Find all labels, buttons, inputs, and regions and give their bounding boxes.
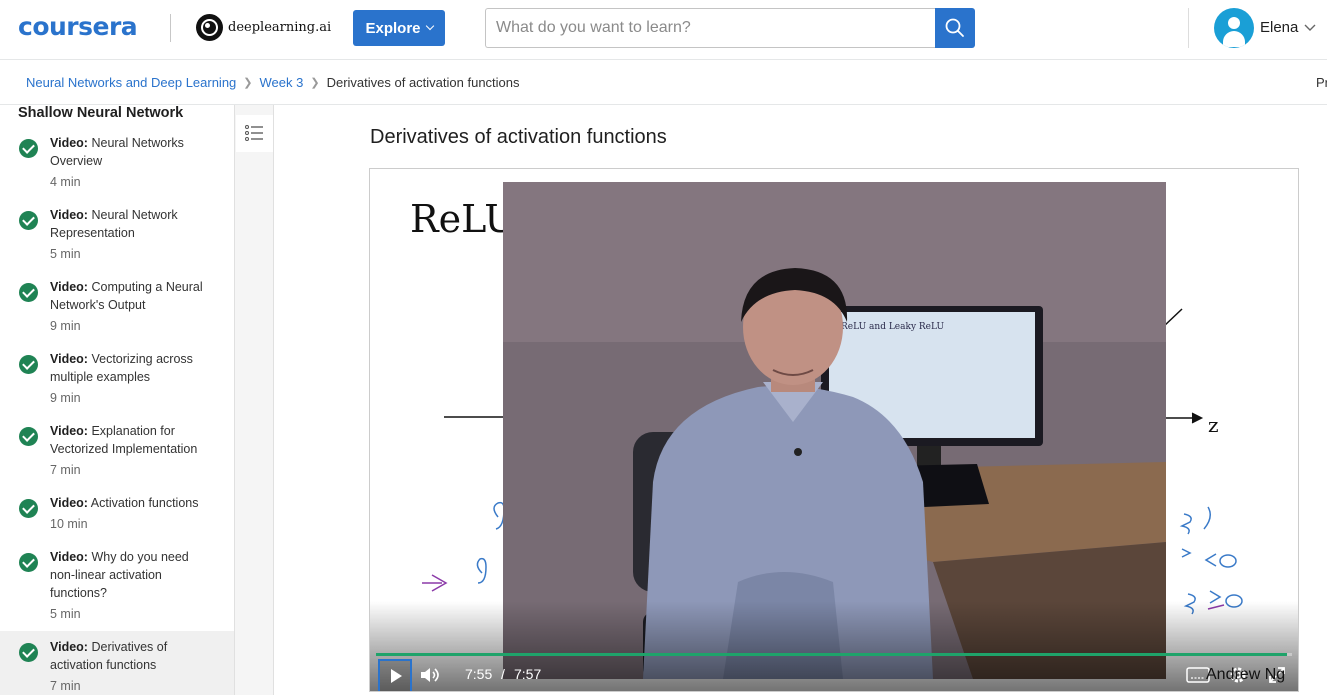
breadcrumb-right-link[interactable]: Pr: [1316, 75, 1327, 90]
coursera-logo[interactable]: coursera: [18, 12, 138, 41]
current-time: 7:55: [465, 666, 493, 682]
partner-name: deeplearning.ai: [228, 20, 332, 35]
chevron-down-icon: [425, 21, 434, 31]
video-player[interactable]: ReLU z ReLU and Leaky ReLU Andrew Ng 7:5…: [369, 168, 1299, 692]
item-title: Video: Neural Network Representation: [50, 206, 215, 242]
sidebar-item-neural-network-representation[interactable]: Video: Neural Network Representation 5 m…: [0, 203, 234, 273]
user-avatar-icon: [1228, 17, 1240, 29]
item-duration: 9 min: [50, 391, 81, 405]
item-duration: 5 min: [50, 247, 81, 261]
item-name: Activation functions: [90, 496, 199, 510]
item-title: Video: Derivatives of activation functio…: [50, 638, 215, 674]
top-header: coursera deeplearning.ai Explore Elena: [0, 0, 1327, 60]
progress-bar[interactable]: [376, 653, 1292, 656]
explore-button[interactable]: Explore: [353, 10, 445, 46]
duration-time: 7:57: [514, 666, 542, 682]
item-duration: 10 min: [50, 517, 88, 531]
breadcrumb-current: Derivatives of activation functions: [326, 75, 520, 90]
completed-check-icon: [19, 643, 38, 662]
item-kind: Video:: [50, 424, 88, 438]
completed-check-icon: [19, 427, 38, 446]
section-title: Shallow Neural Network: [18, 105, 184, 121]
item-duration: 5 min: [50, 607, 81, 621]
progress-bar-fill: [376, 653, 1288, 656]
slide-watermark: Andrew Ng: [1206, 666, 1286, 683]
item-kind: Video:: [50, 208, 88, 222]
item-title: Video: Neural Networks Overview: [50, 134, 215, 170]
breadcrumb-separator-icon: ❯: [310, 77, 320, 89]
play-button[interactable]: [378, 659, 412, 691]
volume-icon[interactable]: [418, 663, 442, 687]
course-sidebar: Shallow Neural Network Video: Neural Net…: [0, 105, 235, 695]
explore-label: Explore: [365, 19, 421, 37]
sidebar-item-vectorized-implementation[interactable]: Video: Explanation for Vectorized Implem…: [0, 419, 234, 489]
item-title: Video: Activation functions: [50, 494, 215, 512]
axis-label-z: z: [1208, 413, 1219, 437]
breadcrumb: Neural Networks and Deep Learning ❯ Week…: [0, 60, 1327, 105]
sidebar-item-non-linear-activation[interactable]: Video: Why do you need non-linear activa…: [0, 545, 234, 631]
item-duration: 4 min: [50, 175, 81, 189]
header-divider: [1188, 8, 1189, 48]
user-name[interactable]: Elena: [1260, 19, 1298, 36]
item-title: Video: Why do you need non-linear activa…: [50, 548, 215, 602]
lecture-title: Derivatives of activation functions: [370, 126, 667, 148]
completed-check-icon: [19, 355, 38, 374]
sidebar-item-neural-networks-overview[interactable]: Video: Neural Networks Overview 4 min: [0, 131, 234, 201]
item-title: Video: Vectorizing across multiple examp…: [50, 350, 215, 386]
search-input[interactable]: [485, 8, 935, 48]
outline-toggle-button[interactable]: [236, 115, 273, 152]
sidebar-item-derivatives-activation[interactable]: Video: Derivatives of activation functio…: [0, 631, 234, 695]
play-icon: [391, 669, 402, 683]
item-kind: Video:: [50, 640, 88, 654]
player-controls-overlay: [370, 601, 1298, 691]
user-menu-chevron-icon[interactable]: [1303, 21, 1317, 35]
outline-toggle-column: [235, 105, 274, 695]
breadcrumb-separator-icon: ❯: [243, 77, 253, 89]
breadcrumb-course-link[interactable]: Neural Networks and Deep Learning: [26, 75, 236, 90]
sidebar-item-activation-functions[interactable]: Video: Activation functions 10 min: [0, 491, 234, 543]
completed-check-icon: [19, 553, 38, 572]
completed-check-icon: [19, 211, 38, 230]
item-kind: Video:: [50, 136, 88, 150]
item-kind: Video:: [50, 352, 88, 366]
partner-logo[interactable]: deeplearning.ai: [196, 14, 331, 41]
list-outline-icon: [245, 125, 263, 141]
item-kind: Video:: [50, 280, 88, 294]
completed-check-icon: [19, 139, 38, 158]
item-duration: 7 min: [50, 463, 81, 477]
deeplearning-logo-icon: [196, 14, 223, 41]
monitor-slide-text: ReLU and Leaky ReLU: [841, 322, 944, 332]
item-title: Video: Computing a Neural Network's Outp…: [50, 278, 215, 314]
item-kind: Video:: [50, 550, 88, 564]
sidebar-item-vectorizing[interactable]: Video: Vectorizing across multiple examp…: [0, 347, 234, 417]
breadcrumb-week-link[interactable]: Week 3: [260, 75, 304, 90]
completed-check-icon: [19, 499, 38, 518]
item-title: Video: Explanation for Vectorized Implem…: [50, 422, 215, 458]
sidebar-item-computing-output[interactable]: Video: Computing a Neural Network's Outp…: [0, 275, 234, 345]
completed-check-icon: [19, 283, 38, 302]
user-avatar-body: [1223, 31, 1245, 47]
item-duration: 7 min: [50, 679, 81, 693]
search-icon: [945, 18, 964, 37]
time-separator: /: [501, 666, 505, 682]
logo-divider: [170, 14, 171, 42]
avatar[interactable]: [1214, 8, 1254, 48]
item-duration: 9 min: [50, 319, 81, 333]
item-kind: Video:: [50, 496, 88, 510]
search-button[interactable]: [935, 8, 975, 48]
